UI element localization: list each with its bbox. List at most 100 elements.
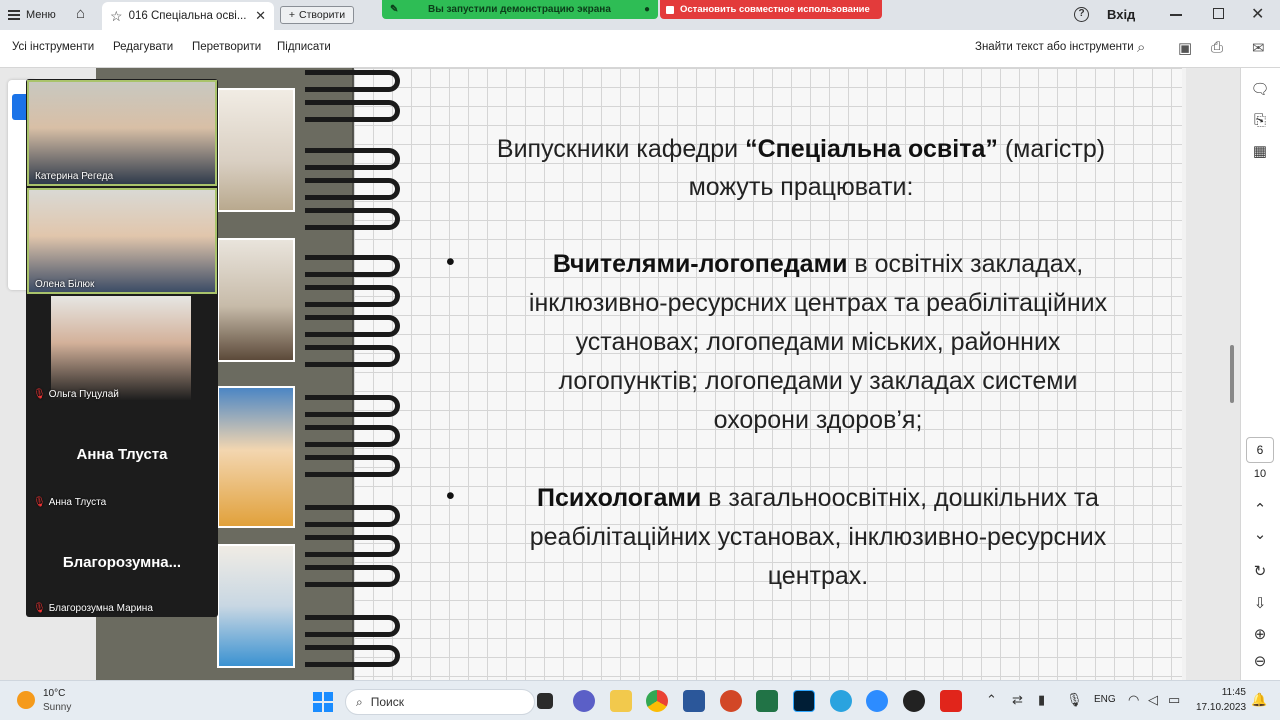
maximize-icon[interactable] [1213,8,1224,19]
tab-bar: Меню ⌂ ☆ 016 Спеціальна осві... ✕ + Ство… [0,0,1280,30]
wifi-icon[interactable]: ◠ [1128,692,1139,708]
page-total: 10 [1253,468,1267,480]
spiral-ring [305,255,400,277]
acrobat-icon[interactable] [940,690,962,712]
menu-edit[interactable]: Редагувати [113,41,173,53]
spiral-ring [305,70,400,92]
bookmark-icon[interactable]: ⎘ [1250,112,1270,129]
menu-convert[interactable]: Перетворити [192,41,261,53]
page-number-input[interactable]: 6 [1246,437,1274,463]
telegram-icon[interactable] [830,690,852,712]
mic-off-icon: 🎙 [33,603,46,614]
print-icon[interactable]: ⎙ [1211,39,1223,56]
photo-woman-laptop [217,238,295,362]
weather-description[interactable]: Sunny [43,702,71,713]
language-indicator[interactable]: ENG [1094,694,1116,705]
menu-all-tools[interactable]: Усі інструменти [12,41,94,53]
window-close-icon[interactable]: ✕ [1251,4,1264,24]
battery-icon[interactable]: ▭ [1168,692,1180,708]
menu-button[interactable]: Меню [8,6,56,24]
participant-tile[interactable]: Анна Тлуста 🎙 Анна Тлуста [27,404,217,510]
create-button[interactable]: + Створити [280,6,354,24]
photoshop-icon[interactable] [793,690,815,712]
microphone-icon[interactable]: 🎙 [1066,692,1083,708]
notification-bell-icon[interactable]: 🔔 [1251,692,1267,708]
zoom-out-icon[interactable]: ⊖ [1250,652,1270,670]
spiral-ring [305,178,400,200]
screen-share-status-text: Вы запустили демонстрацию экрана [428,4,611,15]
spiral-ring [305,395,400,417]
participant-tile[interactable]: Катерина Регеда [27,80,217,186]
close-tab-icon[interactable]: ✕ [255,8,266,24]
slide-title-part2: (магістр) [997,135,1106,163]
spiral-ring [305,455,400,477]
participant-name: 🎙 Благорозумна Марина [33,603,153,614]
bullet-1: Вчителями-логопедами в освітніх закладах… [470,245,1166,440]
teams-icon[interactable] [573,690,595,712]
minimize-icon[interactable] [1170,14,1182,16]
start-button[interactable] [313,692,333,712]
screen-share-status-bar: ✎ Вы запустили демонстрацию экрана ● [382,0,658,19]
menu-sign[interactable]: Підписати [277,41,331,53]
export-icon[interactable]: ⇩ [1250,594,1270,612]
clock-date[interactable]: 17.10.2023 [1196,702,1246,713]
sign-in-button[interactable]: Вхід [1107,7,1135,22]
participant-tile[interactable]: Благорозумна... 🎙 Благорозумна Марина [27,512,217,616]
spiral-ring [305,345,400,367]
document-tab[interactable]: ☆ 016 Спеціальна осві... ✕ [102,2,274,30]
participant-name: 🎙 Ольга Пуцулай [33,389,119,400]
spiral-ring [305,425,400,447]
clock-time[interactable]: 11:45 [1218,687,1246,698]
page-up-icon[interactable]: ⌃ [1250,500,1270,518]
bullet-2-bold: Психологами [537,484,702,512]
file-explorer-icon[interactable] [610,690,632,712]
scrollbar-thumb[interactable] [1230,345,1234,403]
refresh-icon[interactable]: ↻ [1250,562,1270,580]
taskbar-search[interactable]: ⌕ Поиск [345,689,535,715]
volume-icon[interactable]: ◁ [1148,692,1158,708]
menu-label: Меню [26,9,56,21]
photo-women-talking [217,386,295,528]
spiral-ring [305,505,400,527]
stop-sharing-button[interactable]: Остановить совместное использование [660,0,882,19]
participant-tile[interactable]: 🎙 Ольга Пуцулай [27,296,217,402]
participant-tile[interactable]: Олена Білюк [27,188,217,294]
chevron-up-icon[interactable]: ⌃ [986,692,997,708]
bullet-2: Психологами в загальноосвітніх, дошкільн… [470,479,1166,596]
participant-video [51,296,191,400]
app-tray-icon[interactable]: ▮ [1038,692,1045,708]
star-icon[interactable]: ☆ [110,8,123,25]
search-icon[interactable]: ⌕ [1137,39,1145,56]
mail-icon[interactable]: ✉ [1252,39,1265,57]
bullet-icon: • [446,482,455,510]
mic-off-icon: 🎙 [33,389,46,400]
weather-temperature[interactable]: 10°C [43,688,65,699]
bullet-1-line2: інклюзивно-ресурсних центрах та реабіліт… [528,289,1108,317]
thumbnails-icon[interactable]: ▦ [1250,142,1270,160]
page-down-icon[interactable]: ⌄ [1250,525,1270,543]
find-text-button[interactable]: Знайти текст або інструменти [975,41,1134,53]
slide-title-part1: Випускники кафедри [496,135,746,163]
save-icon[interactable]: ▣ [1178,39,1192,57]
comment-icon[interactable]: 🗨 [1250,80,1270,98]
word-icon[interactable] [683,690,705,712]
spiral-ring [305,208,400,230]
document-tab-title: 016 Спеціальна осві... [128,10,247,22]
help-icon[interactable]: ? [1074,7,1089,22]
search-icon: ⌕ [356,694,363,709]
spiral-ring [305,535,400,557]
slide-title-bold: “Спеціальна освіта” [745,135,998,163]
zoom-icon[interactable] [866,690,888,712]
chrome-icon[interactable] [646,690,668,712]
spiral-ring [305,645,400,667]
media-player-icon[interactable] [903,690,925,712]
network-share-icon[interactable]: ⇄ [1012,692,1023,708]
sun-icon[interactable] [17,691,35,709]
zoom-in-icon[interactable]: ⊕ [1250,625,1270,643]
spiral-ring [305,565,400,587]
bullet-icon: • [446,248,455,276]
home-icon[interactable]: ⌂ [76,6,92,22]
task-view-icon[interactable] [537,693,553,709]
powerpoint-icon[interactable] [720,690,742,712]
excel-icon[interactable] [756,690,778,712]
